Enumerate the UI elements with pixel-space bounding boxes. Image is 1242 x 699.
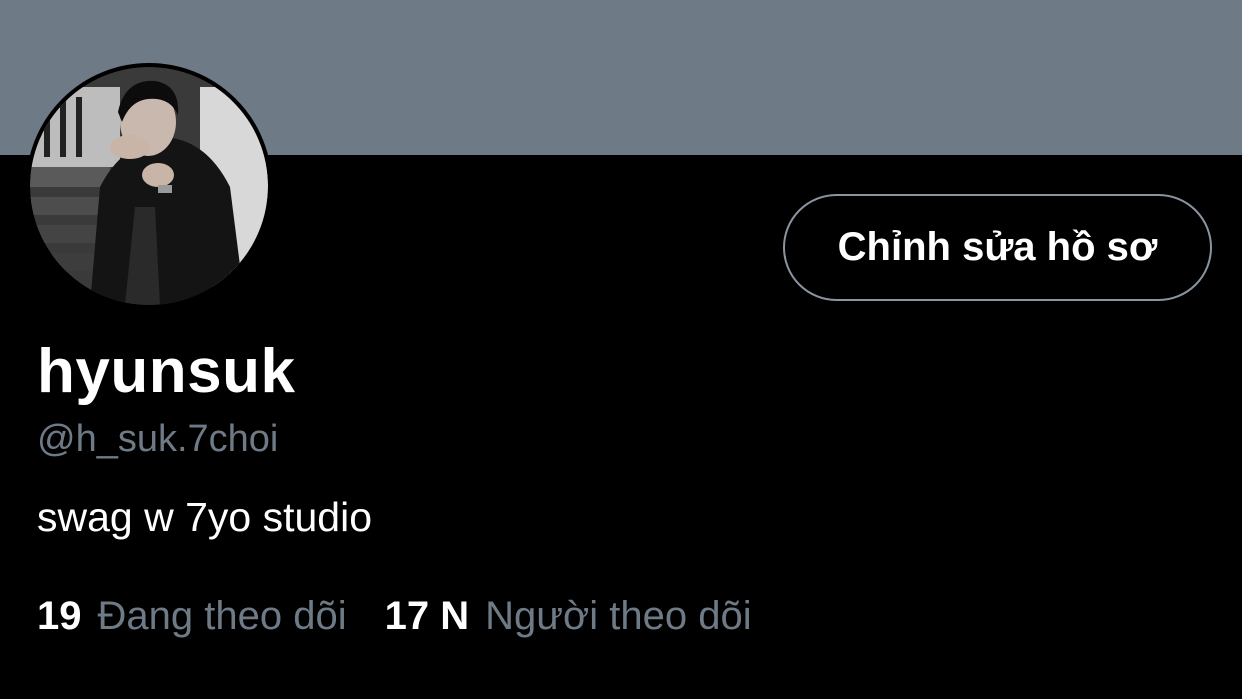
- following-count: 19: [37, 594, 82, 638]
- display-name: hyunsuk: [37, 337, 296, 406]
- followers-label: Người theo dõi: [485, 594, 752, 638]
- following-stat[interactable]: 19 Đang theo dõi: [37, 594, 347, 639]
- followers-count: 17 N: [384, 594, 470, 638]
- following-label: Đang theo dõi: [97, 594, 347, 638]
- username-handle: @h_suk.7choi: [37, 418, 279, 460]
- avatar-photo: [30, 67, 268, 305]
- followers-stat[interactable]: 17 N Người theo dõi: [385, 594, 752, 639]
- profile-bio: swag w 7yo studio: [37, 494, 373, 540]
- profile-avatar[interactable]: [26, 63, 272, 309]
- follow-stats: 19 Đang theo dõi 17 N Người theo dõi: [37, 594, 752, 639]
- edit-profile-button[interactable]: Chỉnh sửa hồ sơ: [783, 194, 1212, 301]
